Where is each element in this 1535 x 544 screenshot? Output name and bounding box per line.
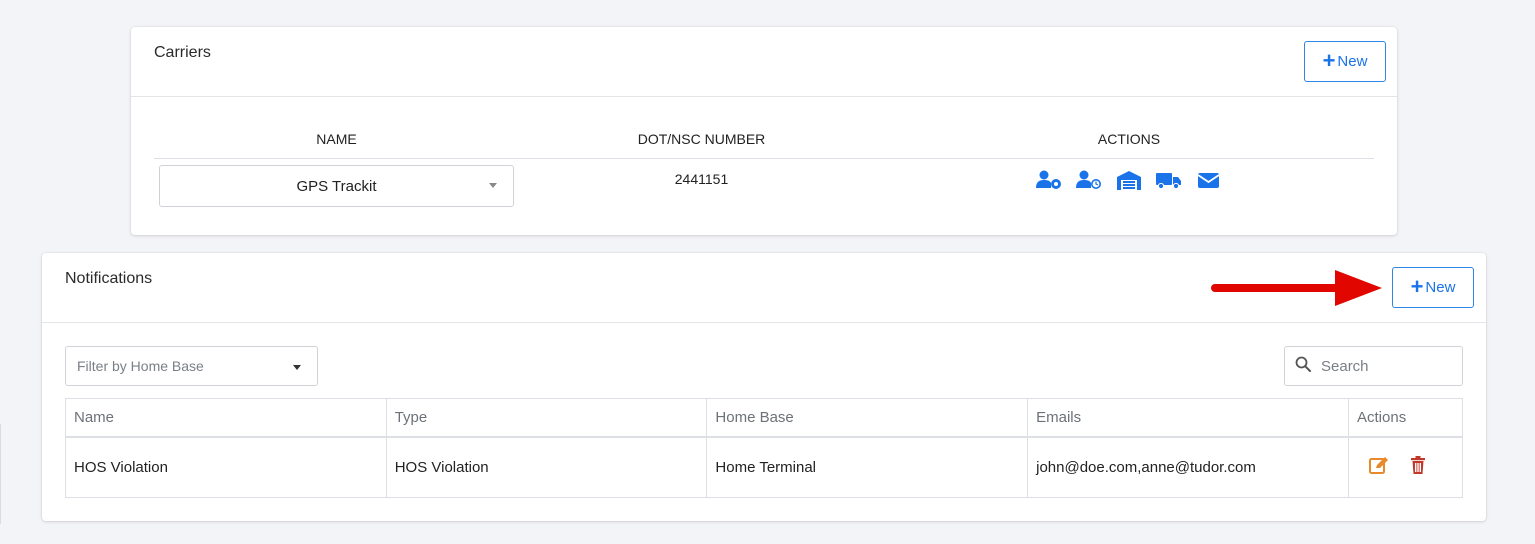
- search-input[interactable]: [1319, 356, 1439, 376]
- plus-icon: +: [1322, 47, 1336, 73]
- notifications-new-button[interactable]: + New: [1392, 267, 1474, 308]
- dot-number-value: 2441151: [674, 171, 729, 187]
- table-header-row: Name Type Home Base Emails Actions: [65, 398, 1463, 438]
- search-icon: [1295, 356, 1311, 376]
- carriers-table: NAME DOT/NSC NUMBER ACTIONS GPS Trackit …: [154, 131, 1374, 209]
- carriers-new-button[interactable]: + New: [1304, 41, 1386, 82]
- envelope-icon[interactable]: [1196, 170, 1222, 190]
- notifications-table: Name Type Home Base Emails Actions HOS V…: [65, 398, 1463, 498]
- chevron-down-icon: [489, 183, 497, 188]
- cell-emails: john@doe.com,anne@tudor.com: [1027, 436, 1349, 498]
- search-box: [1284, 346, 1463, 386]
- column-header-dot-number: DOT/NSC NUMBER: [637, 131, 766, 147]
- trash-icon[interactable]: [1411, 456, 1425, 478]
- user-gear-icon[interactable]: [1036, 170, 1062, 190]
- carrier-row: GPS Trackit 2441151: [154, 159, 1374, 209]
- notifications-new-label: New: [1425, 279, 1456, 296]
- annotation-arrow-icon: [1211, 270, 1382, 306]
- carrier-actions: [884, 159, 1374, 190]
- table-row: HOS Violation HOS Violation Home Termina…: [65, 436, 1463, 498]
- user-clock-icon[interactable]: [1076, 170, 1102, 190]
- carriers-new-label: New: [1337, 53, 1368, 70]
- truck-icon[interactable]: [1156, 170, 1182, 190]
- home-base-filter-placeholder: Filter by Home Base: [77, 358, 204, 374]
- carriers-title: Carriers: [154, 44, 211, 61]
- carrier-select[interactable]: GPS Trackit: [159, 165, 514, 207]
- cell-actions: [1348, 436, 1463, 498]
- column-header-emails[interactable]: Emails: [1027, 398, 1349, 438]
- edit-icon[interactable]: [1369, 456, 1389, 478]
- column-header-actions: Actions: [1348, 398, 1463, 438]
- column-header-home-base[interactable]: Home Base: [706, 398, 1029, 438]
- carriers-card: Carriers + New NAME DOT/NSC NUMBER ACTIO…: [131, 27, 1397, 235]
- plus-icon: +: [1410, 273, 1424, 299]
- column-header-actions: ACTIONS: [1097, 131, 1161, 147]
- home-base-filter[interactable]: Filter by Home Base: [65, 346, 318, 386]
- cell-name: HOS Violation: [65, 436, 387, 498]
- cell-home-base: Home Terminal: [706, 436, 1029, 498]
- column-header-name[interactable]: Name: [65, 398, 387, 438]
- carrier-select-value: GPS Trackit: [296, 177, 377, 195]
- carriers-table-header: NAME DOT/NSC NUMBER ACTIONS: [154, 131, 1374, 159]
- carriers-header: Carriers + New: [131, 27, 1397, 97]
- caret-down-icon: [293, 365, 301, 370]
- left-panel-edge: [0, 424, 1, 524]
- column-header-type[interactable]: Type: [385, 398, 708, 438]
- notifications-title: Notifications: [65, 270, 153, 287]
- cell-type: HOS Violation: [385, 436, 708, 498]
- column-header-name: NAME: [316, 131, 357, 147]
- warehouse-icon[interactable]: [1116, 170, 1142, 190]
